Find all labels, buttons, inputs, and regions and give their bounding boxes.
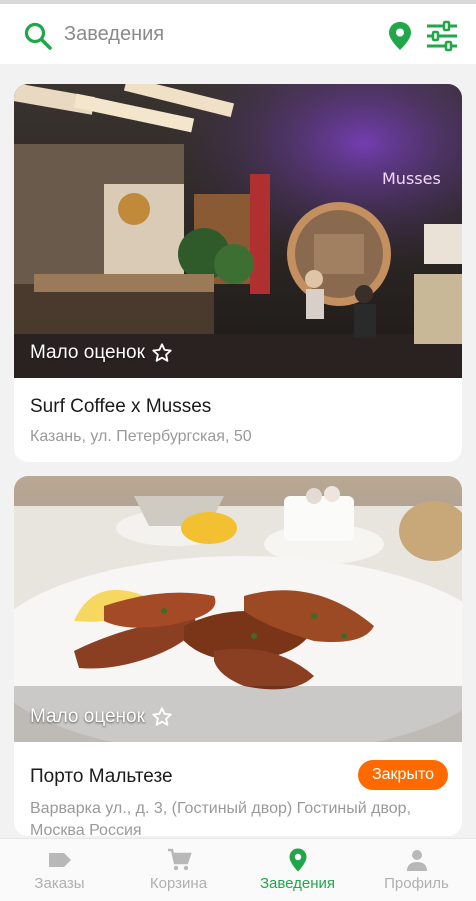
rating-label: Мало оценок (30, 706, 145, 727)
person-icon (406, 850, 427, 871)
rating-label: Мало оценок (30, 342, 145, 363)
place-photo: Musses Мало оценок (14, 84, 462, 378)
cafe-interior-photo: Musses (14, 84, 462, 378)
location-pin-icon[interactable] (386, 20, 414, 52)
svg-text:Musses: Musses (382, 169, 441, 188)
nav-item-profile[interactable]: Профиль (357, 839, 476, 901)
place-name[interactable]: Порто Мальтезе (30, 766, 173, 788)
location-icon (289, 848, 306, 872)
filter-settings-icon[interactable] (424, 20, 460, 52)
nav-label: Заказы (34, 875, 85, 892)
nav-item-orders[interactable]: Заказы (0, 839, 119, 901)
place-photo: Мало оценок (14, 476, 462, 742)
search-bar: Заведения (0, 4, 476, 64)
nav-label: Заведения (259, 875, 336, 892)
rating-badge: Мало оценок (30, 342, 173, 364)
cart-icon (167, 848, 192, 871)
place-card[interactable]: Musses Мало оценок Surf Coffee x Musses … (14, 84, 462, 462)
nav-label: Корзина (149, 875, 208, 892)
search-icon[interactable] (22, 20, 54, 52)
tag-icon (48, 853, 71, 867)
rating-badge: Мало оценок (30, 706, 173, 728)
search-input[interactable]: Заведения (64, 23, 164, 46)
status-badge: Закрыто (357, 760, 448, 790)
nav-item-cart[interactable]: Корзина (119, 839, 238, 901)
place-address: Казань, ул. Петербургская, 50 (30, 428, 252, 445)
place-card[interactable]: Мало оценок Порто Мальтезе Закрыто Варва… (14, 476, 462, 836)
place-name[interactable]: Surf Coffee x Musses (30, 396, 211, 418)
place-address: Варварка ул., д. 3, (Гостиный двор) Гост… (30, 800, 412, 836)
star-outline-icon[interactable] (151, 342, 173, 364)
nav-item-places[interactable]: Заведения (238, 839, 357, 901)
bottom-navigation: Заказы Корзина Заведения Профиль (0, 838, 476, 901)
star-outline-icon[interactable] (151, 706, 173, 728)
grilled-octopus-photo (14, 476, 462, 742)
nav-label: Профиль (384, 875, 449, 892)
